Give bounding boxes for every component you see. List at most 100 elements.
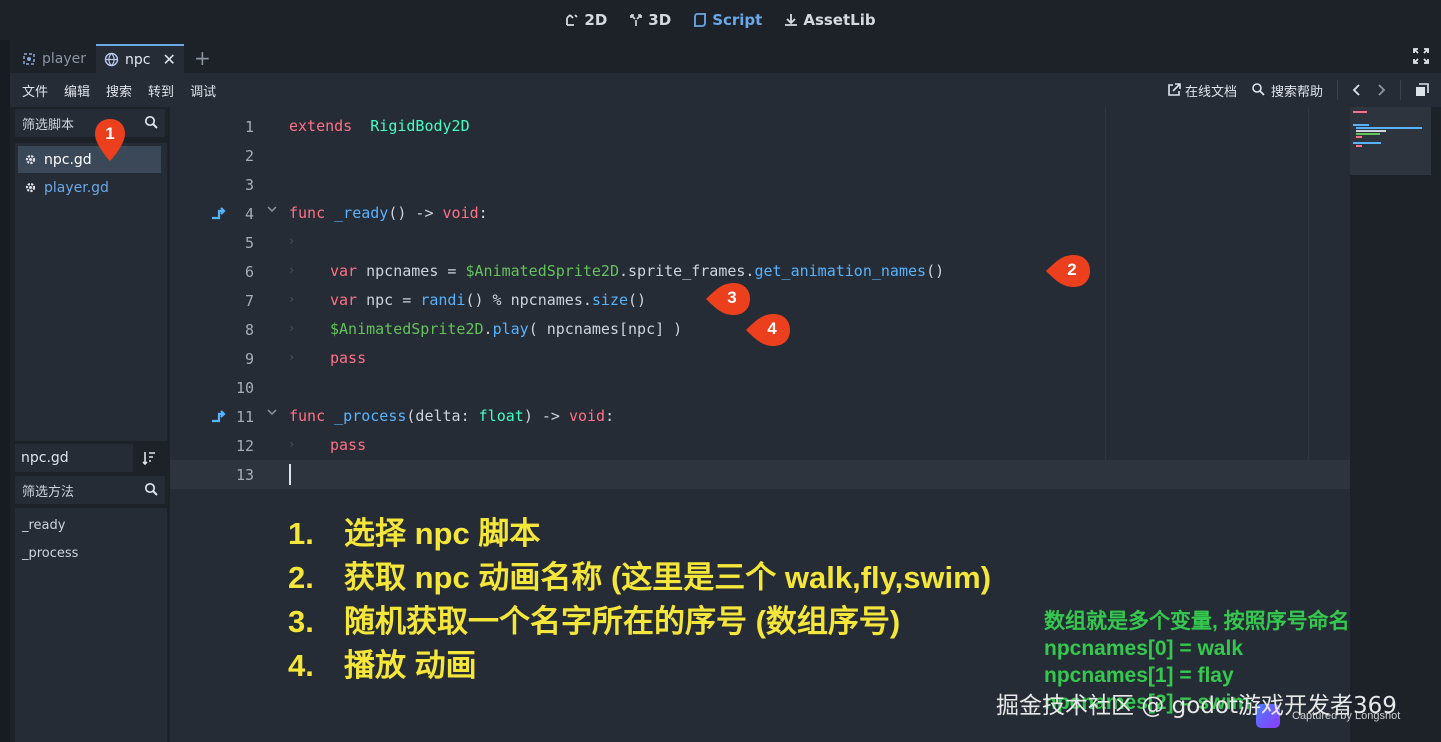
code-token: . (483, 320, 493, 338)
code-token: () (628, 291, 647, 309)
tab-label: npc (125, 51, 151, 68)
code-token: .sprite_frames. (619, 262, 755, 280)
line-number: 6 (244, 263, 254, 281)
online-docs-button[interactable]: 在线文档 (1167, 81, 1237, 100)
code-token: size (591, 291, 629, 309)
tab-indent-icon: › (288, 350, 296, 364)
code-token: RigidBody2D (370, 117, 470, 135)
code-token: void (442, 204, 479, 222)
code-line[interactable]: 10 (170, 373, 1350, 402)
line-number: 9 (244, 350, 254, 368)
chevron-left-icon[interactable] (1352, 83, 1362, 97)
watermark: 掘金技术社区 @ godot游戏开发者369 (996, 693, 1397, 719)
menu-file[interactable]: 文件 (22, 81, 48, 100)
tab-npc[interactable]: npc ✕ (96, 44, 184, 73)
menu-search[interactable]: 搜索 (106, 81, 132, 100)
line-number: 8 (244, 321, 254, 339)
code-token: $AnimatedSprite2D (465, 262, 619, 280)
current-file-label: npc.gd (15, 444, 133, 472)
code-token: randi (420, 291, 466, 309)
override-method-icon[interactable] (210, 206, 228, 224)
note-number: 3. (288, 604, 314, 639)
code-token: get_animation_names (754, 262, 927, 280)
search-icon (144, 482, 158, 496)
mode-label: AssetLib (803, 11, 876, 29)
note-number: 4. (288, 648, 314, 683)
menubar-separator (1337, 80, 1338, 100)
mode-3d-button[interactable]: 3D (629, 11, 671, 29)
code-token: () % npcnames. (465, 291, 592, 309)
code-token: _process (334, 407, 407, 425)
code-token: npcnames = (357, 262, 466, 280)
code-token: pass (330, 436, 367, 454)
line-number: 7 (244, 292, 254, 310)
code-line[interactable]: 3 (170, 170, 1350, 199)
mode-assetlib-button[interactable]: AssetLib (784, 11, 876, 29)
code-text: extends RigidBody2D (289, 117, 470, 135)
code-line[interactable]: 9 › pass (170, 344, 1350, 373)
annotation-pin-number: 4 (767, 319, 777, 338)
menu-goto[interactable]: 转到 (148, 81, 174, 100)
float-window-icon[interactable] (1415, 83, 1429, 97)
text-cursor (289, 464, 291, 485)
note-text: 选择 npc 脚本 (344, 516, 541, 551)
script-item-player[interactable]: player.gd (18, 174, 161, 201)
sort-icon[interactable] (142, 451, 156, 465)
code-minimap[interactable] (1350, 107, 1431, 175)
code-token: func (289, 407, 326, 425)
method-item-ready[interactable]: _ready (22, 518, 65, 533)
code-token: : (605, 407, 615, 425)
fullscreen-icon[interactable] (1413, 48, 1429, 64)
mode-label: 3D (648, 11, 672, 29)
override-method-icon[interactable] (210, 409, 228, 427)
script-name: npc.gd (44, 151, 92, 168)
note-row: 3. 随机获取一个名字所在的序号 (数组序号) (288, 600, 991, 644)
left-dock-strip (0, 40, 10, 742)
script-name: player.gd (44, 179, 109, 196)
script-list: npc.gd player.gd (15, 143, 167, 441)
note-text: 获取 npc 动画名称 (这里是三个 walk,fly,swim) (344, 560, 992, 595)
node2d-icon (23, 52, 35, 65)
search-help-button[interactable]: 搜索帮助 (1251, 81, 1323, 100)
code-line[interactable]: 4 func _ready() -> void: (170, 199, 1350, 228)
menu-debug[interactable]: 调试 (190, 81, 216, 100)
mode-2d-button[interactable]: 2D (565, 11, 607, 29)
code-text: pass (330, 349, 366, 367)
code-token: pass (330, 349, 367, 367)
code-token: extends (289, 117, 353, 135)
code-token: play (492, 320, 529, 338)
gear-icon (25, 154, 36, 165)
script-filter-input[interactable]: 筛选脚本 (15, 109, 165, 137)
chevron-right-icon[interactable] (1376, 83, 1386, 97)
globe-icon (104, 52, 119, 67)
code-line[interactable]: 7 › var npc = randi() % npcnames.size() (170, 286, 1350, 315)
code-line[interactable]: 1 extends RigidBody2D (170, 112, 1350, 141)
method-filter-input[interactable]: 筛选方法 (15, 476, 165, 504)
note-text: 播放 动画 (344, 648, 477, 683)
close-icon[interactable]: ✕ (162, 50, 175, 69)
workspace-switcher: 2D 3D Script AssetLib (0, 0, 1441, 40)
line-number: 13 (235, 466, 254, 484)
code-line[interactable]: 2 (170, 141, 1350, 170)
online-docs-label: 在线文档 (1184, 84, 1237, 100)
mode-script-button[interactable]: Script (693, 11, 762, 29)
code-line[interactable]: 5 › (170, 228, 1350, 257)
code-line[interactable]: 6 › var npcnames = $AnimatedSprite2D.sprit… (170, 257, 1350, 286)
method-item-process[interactable]: _process (22, 546, 78, 561)
tab-player[interactable]: player (14, 44, 94, 73)
code-line[interactable]: 12 › pass (170, 431, 1350, 460)
menu-edit[interactable]: 编辑 (64, 81, 90, 100)
code-line[interactable]: 13 (170, 460, 1350, 489)
fold-chevron-icon[interactable] (267, 407, 277, 420)
fold-chevron-icon[interactable] (267, 204, 277, 217)
note-number: 2. (288, 560, 314, 595)
add-tab-icon[interactable]: + (194, 46, 211, 70)
code-line[interactable]: 11 func _process(delta: float) -> void: (170, 402, 1350, 431)
note-text: 随机获取一个名字所在的序号 (数组序号) (344, 604, 901, 639)
script-item-npc[interactable]: npc.gd (18, 146, 161, 173)
array-note-line: npcnames[1] = flay (1044, 664, 1234, 687)
line-number: 2 (244, 147, 254, 165)
